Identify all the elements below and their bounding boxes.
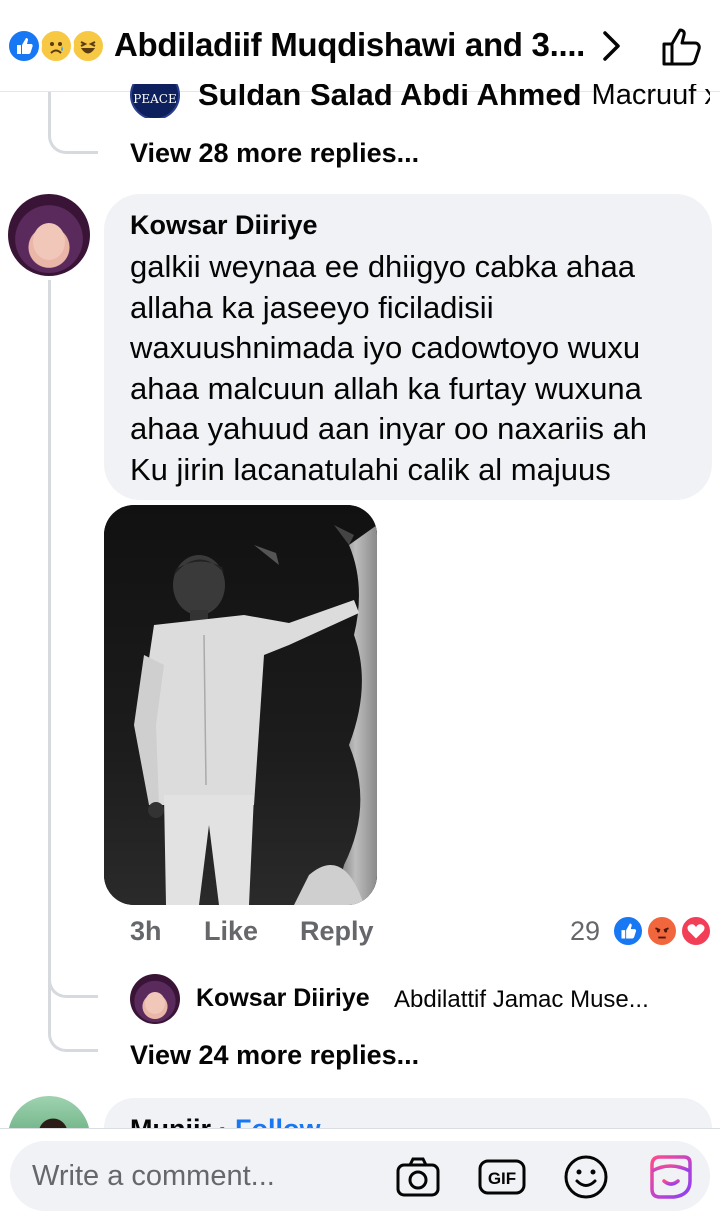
avatar-sticker-icon[interactable] [644, 1151, 696, 1203]
gif-icon[interactable]: GIF [476, 1151, 528, 1203]
like-button[interactable]: Like [204, 916, 258, 947]
comment-text: galkii weynaa ee dhiigyo cabka ahaa alla… [130, 247, 686, 490]
comment-actions: 3h Like Reply 29 [0, 914, 720, 954]
reply-button[interactable]: Reply [300, 916, 374, 947]
comment-line: ahaa malcuun allah ka furtay wuxuna [130, 370, 642, 406]
reactions-summary[interactable] [6, 28, 110, 64]
page-title[interactable]: Abdiladiif Muqdishawi and 3.... [114, 26, 585, 64]
like-icon [611, 914, 645, 948]
reply-author[interactable]: Kowsar Diiriye [196, 984, 370, 1013]
reply-text: Abdilattif Jamac Muse... [394, 986, 649, 1013]
avatar[interactable] [130, 974, 180, 1024]
header-bar: Abdiladiif Muqdishawi and 3.... [0, 0, 720, 92]
reply-item[interactable]: PEACE Suldan Salad Abdi Ahmed Macruuf xa… [130, 84, 710, 118]
haha-icon [70, 28, 106, 64]
emoji-icon[interactable] [560, 1151, 612, 1203]
camera-icon[interactable] [392, 1151, 444, 1203]
comment-bubble: Kowsar Diiriye galkii weynaa ee dhiigyo … [104, 194, 712, 500]
reaction-count[interactable]: 29 [570, 916, 600, 947]
love-icon [679, 914, 713, 948]
like-icon [6, 28, 42, 64]
reply-author[interactable]: Suldan Salad Abdi Ahmed [198, 84, 582, 113]
reply-item[interactable]: Kowsar Diiriye Abdilattif Jamac Muse... [130, 974, 710, 1024]
comment-time[interactable]: 3h [130, 916, 162, 947]
comment-line: ahaa yahuud aan inyar oo naxariis ah [130, 411, 648, 446]
comment-photo[interactable] [104, 505, 377, 905]
comment-composer: GIF [0, 1128, 720, 1219]
avatar: PEACE [130, 84, 180, 118]
thread-connector [48, 990, 98, 1052]
view-more-replies-button[interactable]: View 28 more replies... [130, 138, 419, 169]
angry-icon [645, 914, 679, 948]
avatar[interactable] [8, 194, 90, 276]
comment-line: allaha ka jaseeyo ficiladisii [130, 289, 494, 325]
composer-box[interactable]: GIF [10, 1141, 710, 1211]
comment-line: Ku jirin lacanatulahi calik al majuus [130, 451, 611, 487]
svg-text:GIF: GIF [488, 1169, 516, 1188]
view-more-replies-button[interactable]: View 24 more replies... [130, 1040, 419, 1071]
thread-line [48, 280, 51, 992]
comment-line: galkii weynaa ee dhiigyo cabka ahaa [130, 249, 635, 284]
comment-line: waxuushnimada iyo cadowtoyo wuxu [130, 330, 641, 365]
comment-author[interactable]: Kowsar Diiriye [130, 210, 686, 241]
thread-connector [48, 92, 98, 154]
reply-text: Macruuf xa... [591, 84, 710, 111]
chevron-right-icon[interactable] [594, 28, 630, 64]
comment-input[interactable] [32, 1160, 362, 1193]
sad-icon [38, 28, 74, 64]
like-button-icon[interactable] [660, 26, 704, 68]
